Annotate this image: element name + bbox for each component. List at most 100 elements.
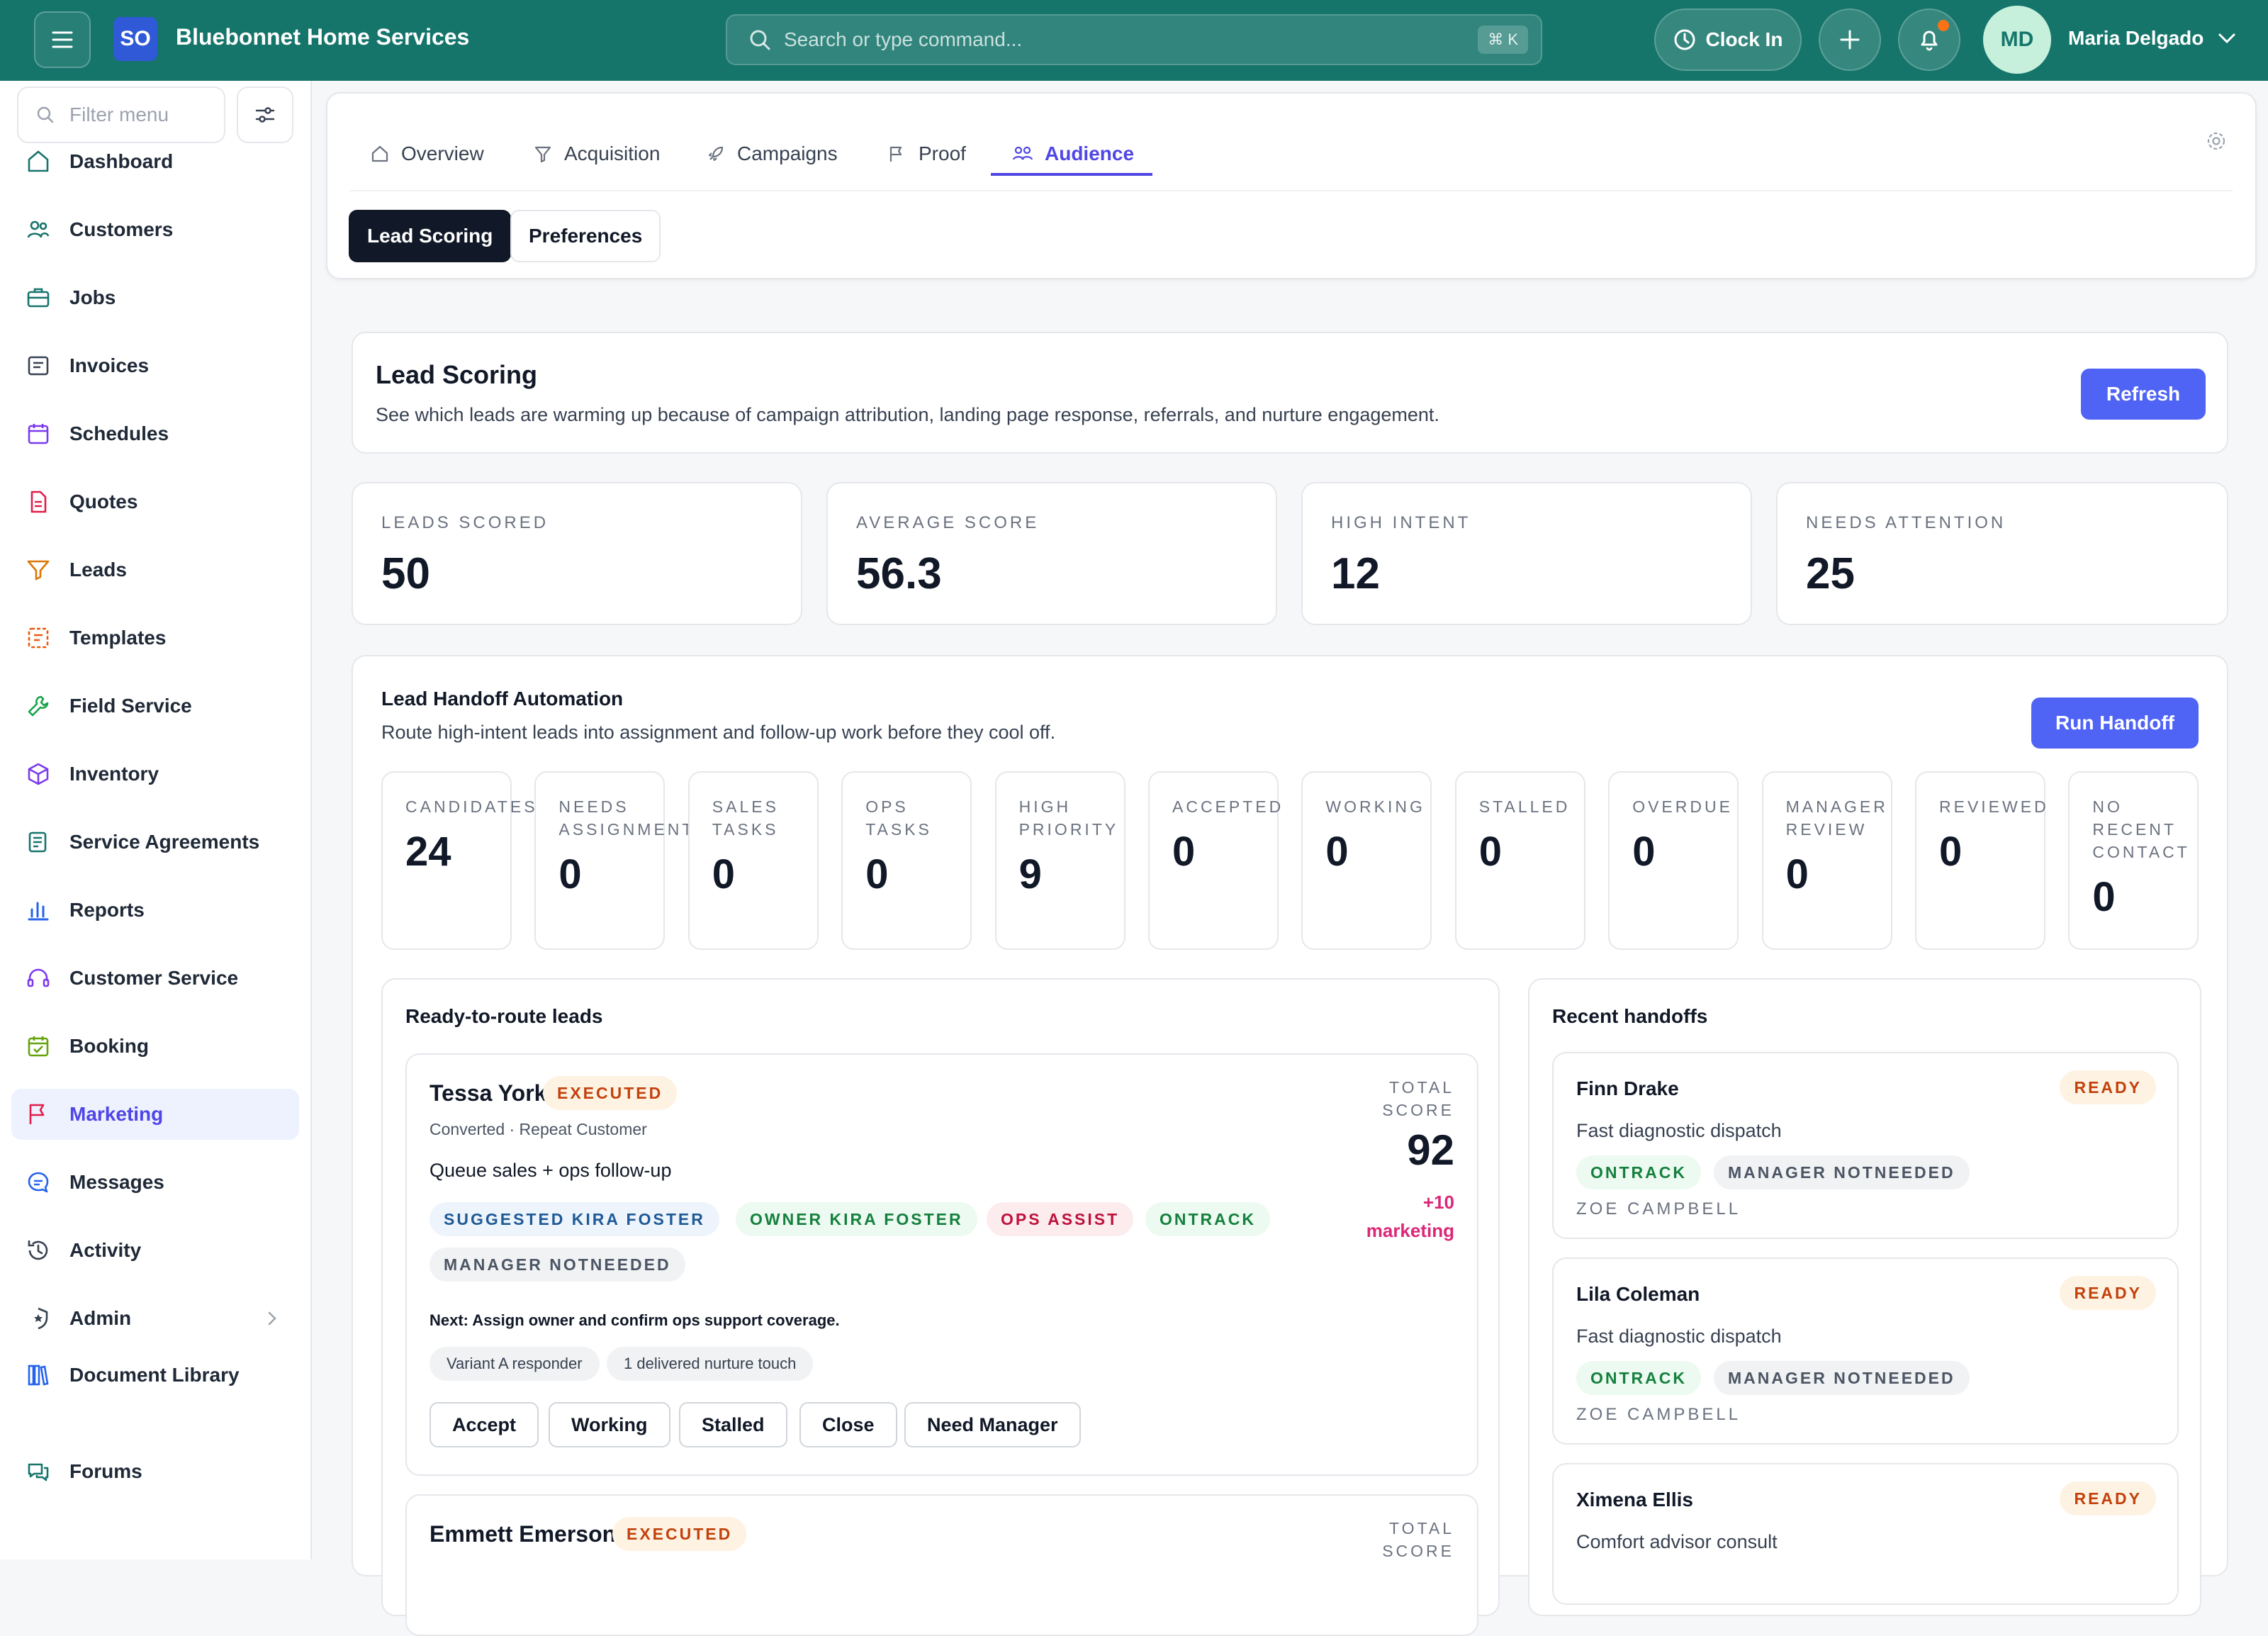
flag-icon — [26, 1102, 51, 1127]
stat-label: Stalled — [1478, 797, 1571, 816]
sidebar-item-invoices[interactable]: Invoices — [11, 340, 299, 391]
tag-badge: SUGGESTED KIRA FOSTER — [430, 1202, 719, 1236]
shortcut-hint: ⌘ K — [1478, 26, 1528, 54]
sidebar-item-leads[interactable]: Leads — [11, 544, 299, 595]
stalled-button[interactable]: Stalled — [679, 1402, 787, 1447]
stat-label: Working — [1325, 797, 1425, 816]
app-name[interactable]: Bluebonnet Home Services — [176, 24, 469, 50]
tab-campaigns[interactable]: Campaigns — [706, 128, 838, 180]
plus-icon — [1840, 30, 1860, 50]
total-score-value: 92 — [1407, 1126, 1454, 1174]
stat-value: 0 — [2092, 874, 2116, 920]
sidebar-item-document-library[interactable]: Document Library — [11, 1350, 299, 1401]
handoff-name: Ximena Ellis — [1576, 1489, 1693, 1511]
sidebar-item-service-agreements[interactable]: Service Agreements — [11, 817, 299, 868]
notifications-button[interactable] — [1898, 9, 1960, 71]
hamburger-menu-button[interactable] — [34, 11, 91, 68]
sidebar-item-reports[interactable]: Reports — [11, 885, 299, 936]
signal-chip: 1 delivered nurture touch — [607, 1347, 814, 1381]
tab-acquisition[interactable]: Acquisition — [533, 128, 660, 180]
accept-button[interactable]: Accept — [430, 1402, 539, 1447]
stat-label: Manager Review — [1785, 797, 1888, 839]
handoff-stat-card: Manager Review 0 — [1761, 771, 1892, 950]
stat-label: Ops Tasks — [865, 797, 932, 839]
sidebar-item-schedules[interactable]: Schedules — [11, 408, 299, 459]
lead-name[interactable]: Tessa York — [430, 1080, 546, 1106]
sidebar-item-quotes[interactable]: Quotes — [11, 476, 299, 527]
forum-icon — [26, 1459, 51, 1484]
sidebar-item-label: Field Service — [69, 695, 192, 717]
subtab-lead-scoring[interactable]: Lead Scoring — [349, 210, 512, 262]
close-button[interactable]: Close — [799, 1402, 897, 1447]
home-icon — [371, 145, 388, 162]
stat-value: 0 — [1172, 829, 1196, 875]
tab-audience[interactable]: Audience — [1012, 128, 1134, 180]
sidebar-item-admin[interactable]: Admin — [11, 1293, 299, 1344]
handoff-item[interactable]: Finn Drake READY Fast diagnostic dispatc… — [1552, 1052, 2179, 1239]
sidebar-item-label: Document Library — [69, 1364, 240, 1386]
score-delta-value: +10 — [1422, 1192, 1454, 1213]
filter-settings-button[interactable] — [237, 86, 293, 143]
handoff-stat-card: High Priority 9 — [994, 771, 1125, 950]
sidebar-item-label: Leads — [69, 559, 127, 581]
clock-in-button[interactable]: Clock In — [1654, 9, 1802, 71]
sidebar-item-dashboard[interactable]: Dashboard — [11, 136, 299, 187]
metric-value: 12 — [1331, 549, 1380, 598]
filter-menu-input[interactable]: Filter menu — [17, 86, 225, 143]
sidebar-item-customers[interactable]: Customers — [11, 204, 299, 255]
sidebar-item-templates[interactable]: Templates — [11, 612, 299, 663]
sidebar-item-label: Customer Service — [69, 967, 239, 989]
section-tabs-card: Overview Acquisition Campaigns Proof Aud… — [326, 92, 2257, 279]
sidebar-item-label: Schedules — [69, 422, 169, 444]
sidebar-item-customer-service[interactable]: Customer Service — [11, 953, 299, 1004]
avatar[interactable]: MD — [1983, 6, 2051, 74]
stat-label: Overdue — [1632, 797, 1733, 816]
handoff-stat-card: No Recent Contact 0 — [2068, 771, 2199, 950]
flag-icon — [889, 146, 902, 162]
status-badge: EXECUTED — [612, 1517, 747, 1551]
add-button[interactable] — [1819, 9, 1881, 71]
sidebar-item-marketing[interactable]: Marketing — [11, 1089, 299, 1140]
stat-label: No Recent Contact — [2092, 797, 2190, 861]
score-delta-source: marketing — [1366, 1220, 1454, 1241]
chevron-down-icon[interactable] — [2216, 27, 2238, 50]
page-description: See which leads are warming up because o… — [376, 404, 1439, 425]
status-badge: EXECUTED — [543, 1076, 678, 1110]
score-delta: +10 marketing — [1366, 1188, 1454, 1245]
handoff-item[interactable]: Ximena Ellis READY Comfort advisor consu… — [1552, 1463, 2179, 1605]
need-manager-button[interactable]: Need Manager — [904, 1402, 1081, 1447]
tag-badge: OPS ASSIST — [987, 1202, 1134, 1236]
sidebar-item-activity[interactable]: Activity — [11, 1225, 299, 1276]
tab-overview[interactable]: Overview — [370, 128, 484, 180]
lead-name[interactable]: Emmett Emerson — [430, 1521, 616, 1547]
subtab-preferences[interactable]: Preferences — [510, 210, 661, 262]
stat-label: Needs Assignment — [558, 797, 695, 839]
sidebar-item-label: Quotes — [69, 491, 138, 512]
home-icon — [26, 149, 51, 174]
stat-value: 0 — [1785, 851, 1809, 897]
gear-icon[interactable] — [2206, 130, 2227, 152]
run-handoff-button[interactable]: Run Handoff — [2031, 697, 2199, 749]
sidebar-item-forums[interactable]: Forums — [11, 1446, 299, 1497]
sidebar-item-field-service[interactable]: Field Service — [11, 680, 299, 732]
chevron-right-icon[interactable] — [262, 1309, 282, 1328]
sliders-icon — [255, 107, 275, 123]
command-search[interactable]: Search or type command... ⌘ K — [726, 14, 1542, 65]
refresh-button[interactable]: Refresh — [2081, 369, 2206, 420]
clock-icon — [1674, 29, 1695, 50]
sidebar-item-inventory[interactable]: Inventory — [11, 749, 299, 800]
handoff-item[interactable]: Lila Coleman READY Fast diagnostic dispa… — [1552, 1257, 2179, 1445]
user-name[interactable]: Maria Delgado — [2068, 27, 2204, 50]
stat-label: Accepted — [1172, 797, 1284, 816]
sidebar-item-messages[interactable]: Messages — [11, 1157, 299, 1208]
sidebar-item-booking[interactable]: Booking — [11, 1021, 299, 1072]
next-step: Next: Assign owner and confirm ops suppo… — [430, 1311, 840, 1329]
library-icon — [26, 1362, 51, 1388]
sidebar-item-jobs[interactable]: Jobs — [11, 272, 299, 323]
stat-label: Reviewed — [1939, 797, 2049, 816]
tab-proof[interactable]: Proof — [887, 128, 966, 180]
app-logo[interactable]: SO — [113, 17, 157, 61]
tab-label: Proof — [919, 142, 966, 164]
handoff-description: Fast diagnostic dispatch — [1576, 1326, 1782, 1347]
working-button[interactable]: Working — [549, 1402, 670, 1447]
